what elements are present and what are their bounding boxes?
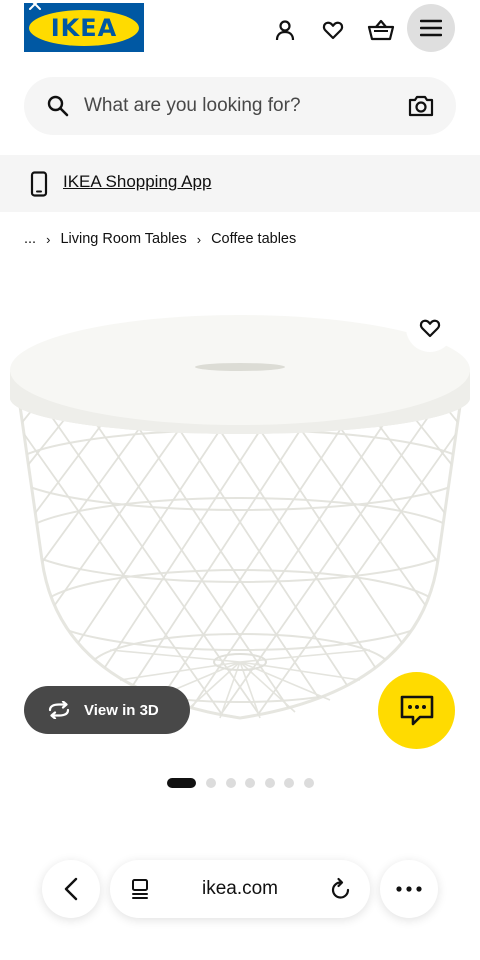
basket-button[interactable] bbox=[361, 10, 401, 50]
breadcrumb: ... › Living Room Tables › Coffee tables bbox=[24, 229, 296, 249]
more-icon bbox=[396, 886, 422, 892]
basket-icon bbox=[367, 19, 395, 41]
view-in-3d-label: View in 3D bbox=[84, 701, 159, 719]
menu-button[interactable] bbox=[407, 4, 455, 52]
chevron-right-icon: › bbox=[196, 231, 202, 247]
carousel-dot[interactable] bbox=[264, 778, 275, 788]
back-icon bbox=[64, 877, 78, 901]
app-banner: IKEA Shopping App bbox=[0, 155, 480, 212]
browser-back-button[interactable] bbox=[42, 860, 100, 918]
smartphone-icon bbox=[30, 171, 48, 197]
search-input[interactable]: What are you looking for? bbox=[84, 95, 301, 117]
chevron-right-icon: › bbox=[46, 231, 51, 247]
carousel-dot[interactable] bbox=[225, 778, 236, 788]
chat-button[interactable] bbox=[378, 672, 455, 749]
breadcrumb-ellipsis[interactable]: ... bbox=[24, 231, 36, 247]
browser-more-button[interactable] bbox=[380, 860, 438, 918]
search-icon[interactable] bbox=[46, 94, 70, 118]
rotate-3d-icon bbox=[48, 701, 70, 719]
user-icon bbox=[275, 20, 295, 41]
carousel-dot[interactable] bbox=[284, 778, 294, 788]
carousel-dot[interactable] bbox=[303, 778, 314, 788]
hamburger-menu-icon bbox=[420, 19, 442, 37]
favourites-button[interactable] bbox=[313, 10, 353, 50]
save-to-favourites-button[interactable] bbox=[406, 304, 454, 352]
breadcrumb-item-coffee-tables[interactable]: Coffee tables bbox=[211, 231, 296, 247]
address-bar[interactable]: ikea.com bbox=[110, 860, 370, 918]
carousel-dot[interactable] bbox=[245, 778, 255, 788]
image-carousel-indicator bbox=[167, 778, 323, 788]
product-page: IKEA What are you looking for? IKEA Shop… bbox=[0, 0, 480, 960]
heart-icon bbox=[419, 319, 441, 338]
search-bar[interactable]: What are you looking for? bbox=[24, 77, 456, 135]
camera-icon[interactable] bbox=[408, 94, 434, 118]
chat-bubble-icon bbox=[400, 695, 433, 725]
shopping-app-link[interactable]: IKEA Shopping App bbox=[63, 172, 211, 192]
view-in-3d-button[interactable]: View in 3D bbox=[24, 686, 190, 734]
reload-icon[interactable] bbox=[330, 877, 352, 901]
close-icon[interactable] bbox=[26, 0, 44, 12]
account-button[interactable] bbox=[265, 10, 305, 50]
carousel-dot-active[interactable] bbox=[167, 778, 196, 788]
site-header: IKEA bbox=[0, 0, 480, 60]
heart-icon bbox=[322, 21, 344, 40]
breadcrumb-item-living-room-tables[interactable]: Living Room Tables bbox=[60, 231, 186, 247]
carousel-dot[interactable] bbox=[206, 778, 216, 788]
logo-wordmark: IKEA bbox=[50, 13, 118, 42]
